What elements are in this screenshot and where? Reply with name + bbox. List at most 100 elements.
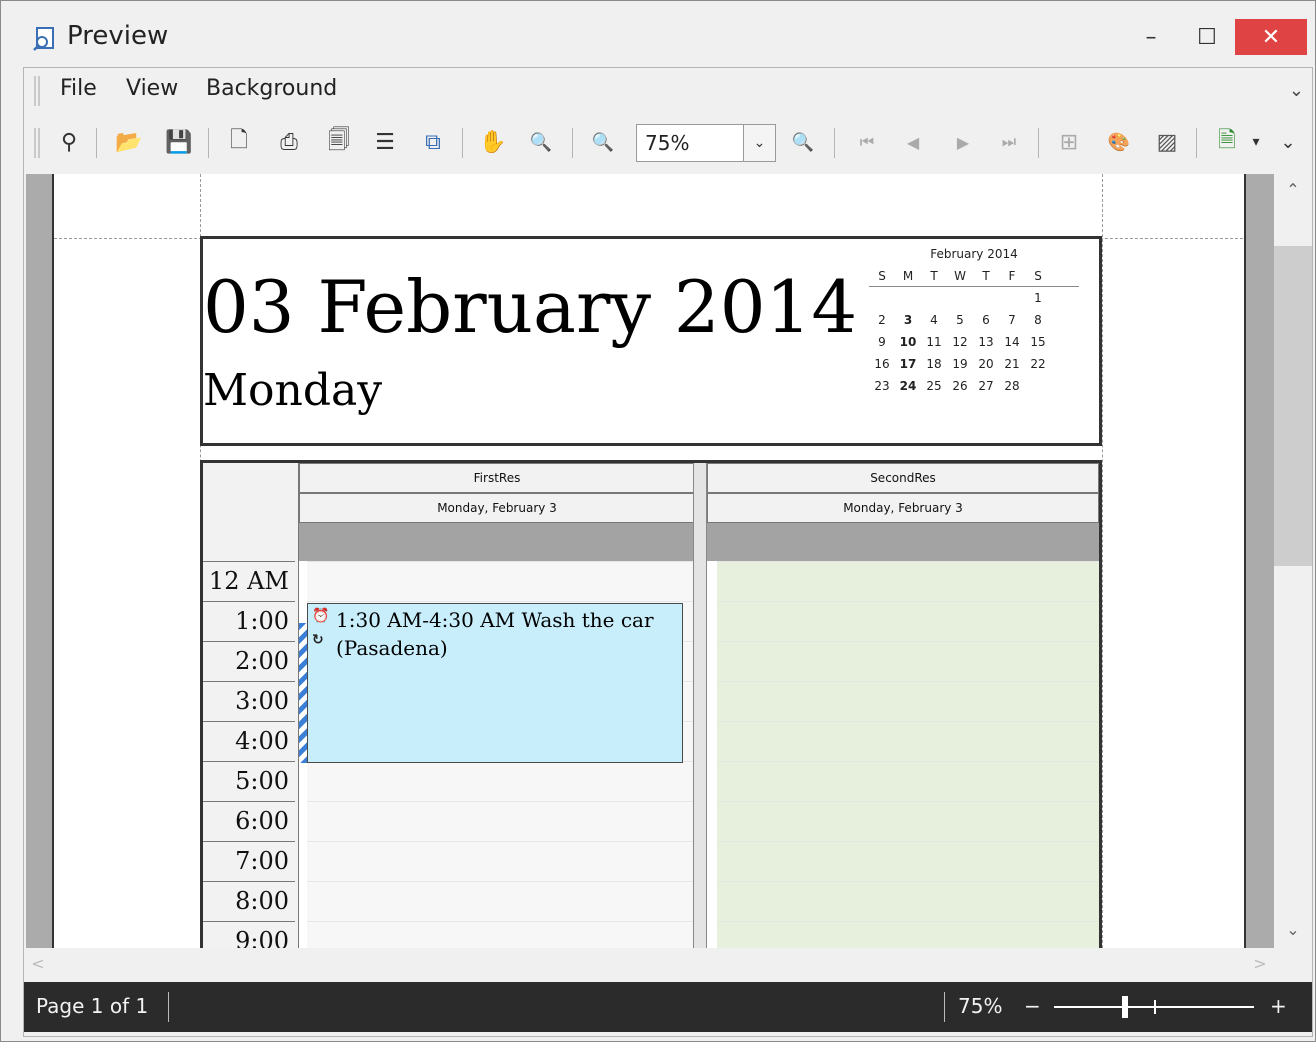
scroll-left-icon[interactable]: < bbox=[26, 954, 50, 973]
time-cell[interactable] bbox=[717, 601, 1099, 641]
time-cell[interactable] bbox=[717, 641, 1099, 681]
mini-calendar-day[interactable]: 24 bbox=[895, 375, 921, 397]
mini-calendar-day[interactable]: 28 bbox=[999, 375, 1025, 397]
mini-calendar-day[interactable]: 19 bbox=[947, 353, 973, 375]
mini-calendar-day[interactable]: 1 bbox=[1025, 287, 1051, 309]
scroll-right-icon[interactable]: > bbox=[1248, 954, 1272, 973]
title-bar[interactable]: Preview – ☐ ✕ bbox=[1, 1, 1315, 67]
resource-column-second[interactable] bbox=[717, 561, 1099, 948]
mini-calendar-day[interactable]: 12 bbox=[947, 331, 973, 353]
mini-calendar-day[interactable]: 2 bbox=[869, 309, 895, 331]
mini-calendar-day[interactable]: 27 bbox=[973, 375, 999, 397]
mini-calendar-day[interactable]: 17 bbox=[895, 353, 921, 375]
zoom-combobox[interactable]: 75% ⌄ bbox=[636, 124, 776, 162]
menu-overflow-icon[interactable]: ⌄ bbox=[1289, 80, 1304, 101]
time-cell[interactable] bbox=[307, 921, 693, 948]
mini-calendar-day[interactable]: 9 bbox=[869, 331, 895, 353]
time-cell[interactable] bbox=[307, 561, 693, 601]
mini-calendar-day[interactable]: 25 bbox=[921, 375, 947, 397]
mini-calendar-day[interactable]: 11 bbox=[921, 331, 947, 353]
next-page-icon[interactable]: ▶ bbox=[946, 124, 980, 160]
time-cell[interactable] bbox=[307, 761, 693, 801]
close-button[interactable]: ✕ bbox=[1235, 19, 1307, 55]
time-cell[interactable] bbox=[717, 841, 1099, 881]
time-cell[interactable] bbox=[717, 761, 1099, 801]
mini-calendar-day[interactable]: 22 bbox=[1025, 353, 1051, 375]
time-cell[interactable] bbox=[307, 881, 693, 921]
mini-calendar-day[interactable] bbox=[921, 287, 947, 309]
mini-calendar-day[interactable]: 16 bbox=[869, 353, 895, 375]
open-icon[interactable]: 📂 bbox=[112, 124, 146, 160]
preview-area[interactable]: 03 February 2014 Monday February 2014 S M… bbox=[26, 174, 1274, 948]
mini-calendar-day[interactable] bbox=[973, 287, 999, 309]
last-page-icon[interactable]: ⏭ bbox=[992, 124, 1026, 160]
export-icon[interactable]: 🗎 bbox=[1210, 124, 1244, 160]
mini-calendar-day[interactable] bbox=[1025, 375, 1051, 397]
save-icon[interactable]: 💾 bbox=[162, 124, 196, 160]
appointment[interactable]: ⏰ ↻ 1:30 AM-4:30 AM Wash the car (Pasade… bbox=[307, 603, 683, 763]
mini-calendar-day[interactable]: 13 bbox=[973, 331, 999, 353]
mini-calendar-day[interactable] bbox=[869, 287, 895, 309]
print-icon[interactable]: ⎙ bbox=[272, 124, 306, 160]
header-footer-icon[interactable]: ☰ bbox=[368, 124, 402, 160]
mini-calendar-day[interactable]: 20 bbox=[973, 353, 999, 375]
mini-calendar-day[interactable]: 7 bbox=[999, 309, 1025, 331]
toolbar-overflow-icon[interactable]: ⌄ bbox=[1276, 124, 1300, 160]
multi-page-icon[interactable]: ⊞ bbox=[1052, 124, 1086, 160]
vertical-scrollbar[interactable]: ⌃ ⌄ bbox=[1274, 174, 1312, 948]
scale-icon[interactable]: ⧉ bbox=[416, 124, 450, 160]
time-cell[interactable] bbox=[717, 721, 1099, 761]
mini-calendar-day[interactable]: 5 bbox=[947, 309, 973, 331]
mini-calendar-day[interactable]: 3 bbox=[895, 309, 921, 331]
mini-calendar-day[interactable]: 15 bbox=[1025, 331, 1051, 353]
mini-calendar-day[interactable] bbox=[999, 287, 1025, 309]
mini-calendar-day[interactable]: 4 bbox=[921, 309, 947, 331]
page-color-icon[interactable]: 🎨 bbox=[1102, 124, 1136, 160]
mini-calendar-week: 9 10 11 12 13 14 15 bbox=[869, 331, 1079, 353]
mini-calendar-day[interactable]: 21 bbox=[999, 353, 1025, 375]
find-icon[interactable]: ⚲ bbox=[52, 124, 86, 160]
maximize-button[interactable]: ☐ bbox=[1179, 19, 1235, 55]
mini-calendar-day[interactable]: 8 bbox=[1025, 309, 1051, 331]
hand-tool-icon[interactable]: ✋ bbox=[476, 124, 510, 160]
first-page-icon[interactable]: ⏮ bbox=[850, 124, 884, 160]
zoom-in-button[interactable]: + bbox=[1270, 994, 1287, 1018]
time-cell[interactable] bbox=[717, 801, 1099, 841]
menu-view[interactable]: View bbox=[126, 76, 178, 101]
menu-grip[interactable] bbox=[34, 76, 40, 106]
mini-calendar-day[interactable]: 10 bbox=[895, 331, 921, 353]
mini-calendar-day[interactable]: 18 bbox=[921, 353, 947, 375]
mini-calendar-day[interactable] bbox=[895, 287, 921, 309]
page-setup-icon[interactable]: 🗋 bbox=[222, 124, 256, 160]
mini-calendar-title: February 2014 bbox=[930, 247, 1018, 261]
export-dropdown-icon[interactable]: ▾ bbox=[1246, 124, 1266, 160]
minimize-button[interactable]: – bbox=[1123, 19, 1179, 55]
toolbar-grip[interactable] bbox=[34, 128, 40, 158]
print-quick-icon[interactable]: 🗐 bbox=[322, 124, 356, 160]
time-cell[interactable] bbox=[717, 921, 1099, 948]
time-cell[interactable] bbox=[717, 881, 1099, 921]
vertical-scroll-thumb[interactable] bbox=[1274, 246, 1312, 566]
horizontal-scrollbar[interactable]: < > bbox=[26, 948, 1274, 982]
mini-calendar-day[interactable] bbox=[947, 287, 973, 309]
mini-calendar-day[interactable]: 23 bbox=[869, 375, 895, 397]
prev-page-icon[interactable]: ◀ bbox=[896, 124, 930, 160]
menu-background[interactable]: Background bbox=[206, 76, 337, 101]
chevron-down-icon[interactable]: ⌄ bbox=[743, 125, 775, 161]
menu-file[interactable]: File bbox=[60, 76, 97, 101]
zoom-slider-thumb[interactable] bbox=[1122, 996, 1128, 1018]
zoom-in-icon[interactable]: 🔍 bbox=[786, 124, 820, 160]
scroll-down-icon[interactable]: ⌄ bbox=[1274, 920, 1312, 939]
time-cell[interactable] bbox=[307, 801, 693, 841]
watermark-icon[interactable]: ▨ bbox=[1150, 124, 1184, 160]
time-cell[interactable] bbox=[307, 841, 693, 881]
scroll-up-icon[interactable]: ⌃ bbox=[1274, 180, 1312, 199]
magnifier-icon[interactable]: 🔍 bbox=[524, 124, 558, 160]
time-cell[interactable] bbox=[717, 561, 1099, 601]
zoom-out-icon[interactable]: 🔍 bbox=[586, 124, 620, 160]
time-cell[interactable] bbox=[717, 681, 1099, 721]
mini-calendar-day[interactable]: 14 bbox=[999, 331, 1025, 353]
mini-calendar-day[interactable]: 26 bbox=[947, 375, 973, 397]
mini-calendar-day[interactable]: 6 bbox=[973, 309, 999, 331]
zoom-out-button[interactable]: − bbox=[1024, 994, 1041, 1018]
